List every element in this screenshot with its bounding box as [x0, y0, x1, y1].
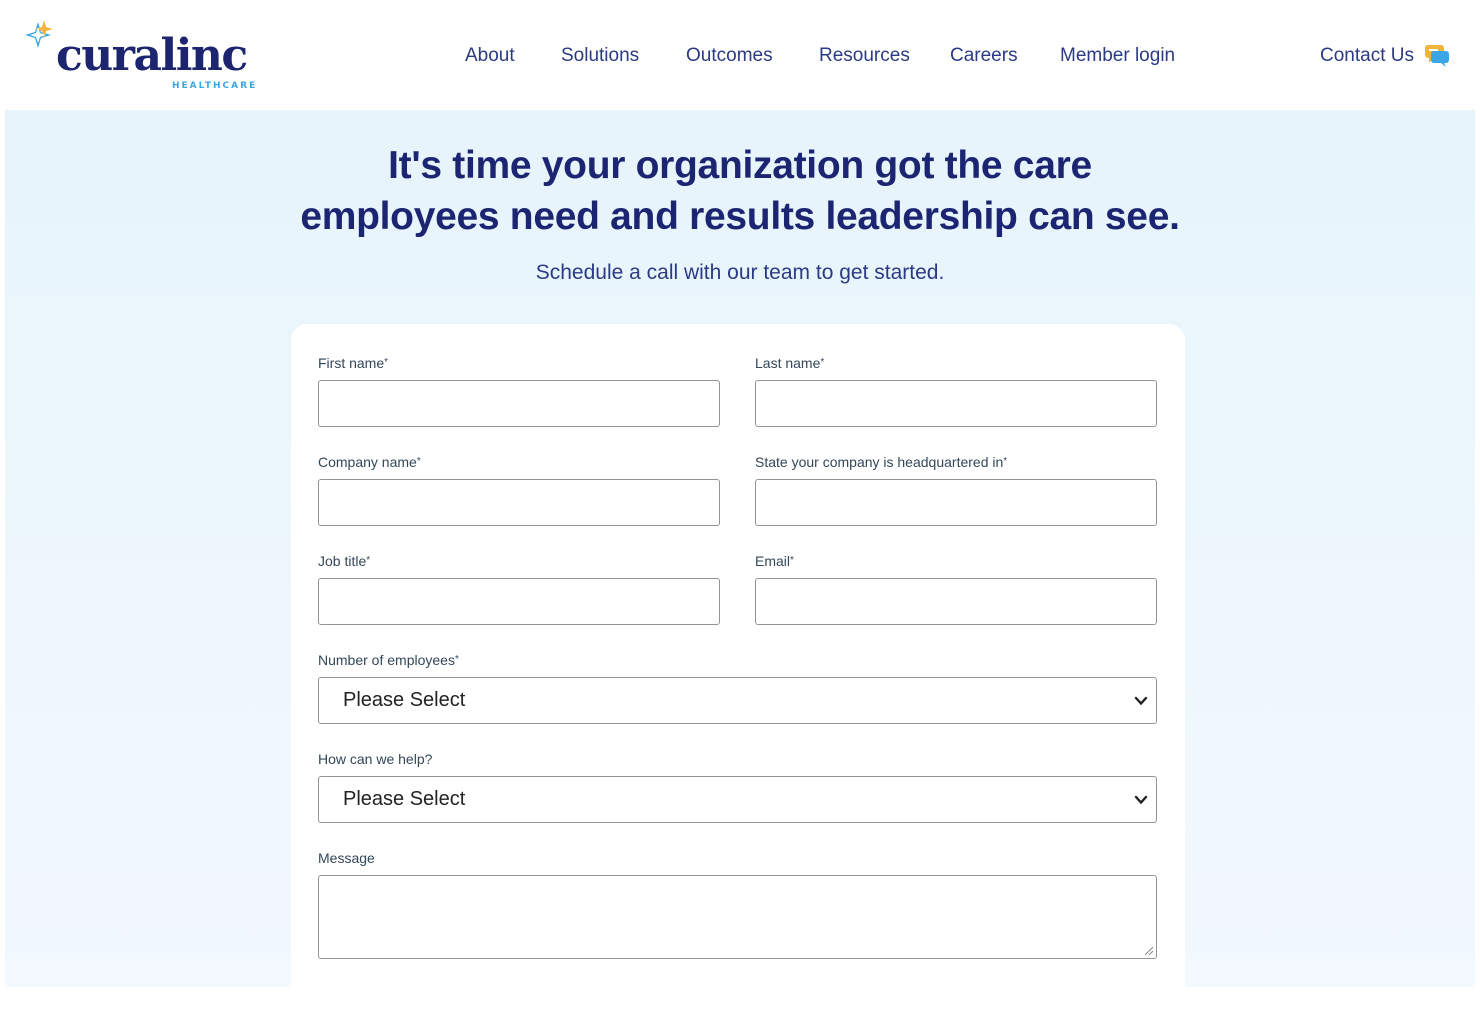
nav-about[interactable]: About — [465, 44, 515, 68]
resize-handle-icon[interactable] — [1144, 946, 1154, 956]
contact-us-link[interactable]: Contact Us — [1320, 44, 1450, 68]
chevron-down-icon — [1134, 696, 1148, 706]
message-label: Message — [318, 850, 375, 866]
page-subheading: Schedule a call with our team to get sta… — [535, 261, 945, 284]
employees-label: Number of employees* — [318, 652, 459, 668]
employees-select[interactable]: Please Select — [318, 677, 1157, 724]
help-selected-value: Please Select — [343, 788, 466, 810]
hero-section: It's time your organization got the care… — [5, 110, 1475, 1024]
state-label: State your company is headquartered in* — [755, 454, 1008, 470]
page-headline: It's time your organization got the care… — [5, 140, 1475, 242]
chat-bubble-icon — [1424, 45, 1449, 67]
first-name-label: First name* — [318, 355, 389, 371]
headline-line-1: It's time your organization got the care — [388, 144, 1092, 187]
headline-line-2: employees need and results leadership ca… — [300, 195, 1180, 238]
first-name-input[interactable] — [318, 380, 720, 427]
job-title-input[interactable] — [318, 578, 720, 625]
email-label: Email* — [755, 553, 794, 569]
nav-careers[interactable]: Careers — [950, 44, 1018, 68]
help-label: How can we help? — [318, 751, 433, 767]
nav-outcomes[interactable]: Outcomes — [686, 44, 773, 68]
curalinc-logo[interactable]: curalinc HEALTHCARE — [22, 18, 262, 98]
company-name-input[interactable] — [318, 479, 720, 526]
site-header: curalinc HEALTHCARE About Solutions Outc… — [0, 0, 1480, 110]
logo-subtitle: HEALTHCARE — [172, 81, 258, 91]
help-select[interactable]: Please Select — [318, 776, 1157, 823]
nav-member-login[interactable]: Member login — [1060, 44, 1175, 68]
logo-wordmark: curalinc — [56, 30, 248, 81]
message-textarea[interactable] — [318, 875, 1157, 959]
last-name-label: Last name* — [755, 355, 825, 371]
chevron-down-icon — [1134, 795, 1148, 805]
job-title-label: Job title* — [318, 553, 371, 569]
email-input[interactable] — [755, 578, 1157, 625]
last-name-input[interactable] — [755, 380, 1157, 427]
state-input[interactable] — [755, 479, 1157, 526]
contact-form: First name* Last name* Company name* Sta… — [291, 324, 1185, 1024]
employees-selected-value: Please Select — [343, 689, 466, 711]
nav-resources[interactable]: Resources — [819, 44, 910, 68]
contact-us-label[interactable]: Contact Us — [1320, 44, 1414, 68]
nav-solutions[interactable]: Solutions — [561, 44, 639, 68]
company-name-label: Company name* — [318, 454, 421, 470]
